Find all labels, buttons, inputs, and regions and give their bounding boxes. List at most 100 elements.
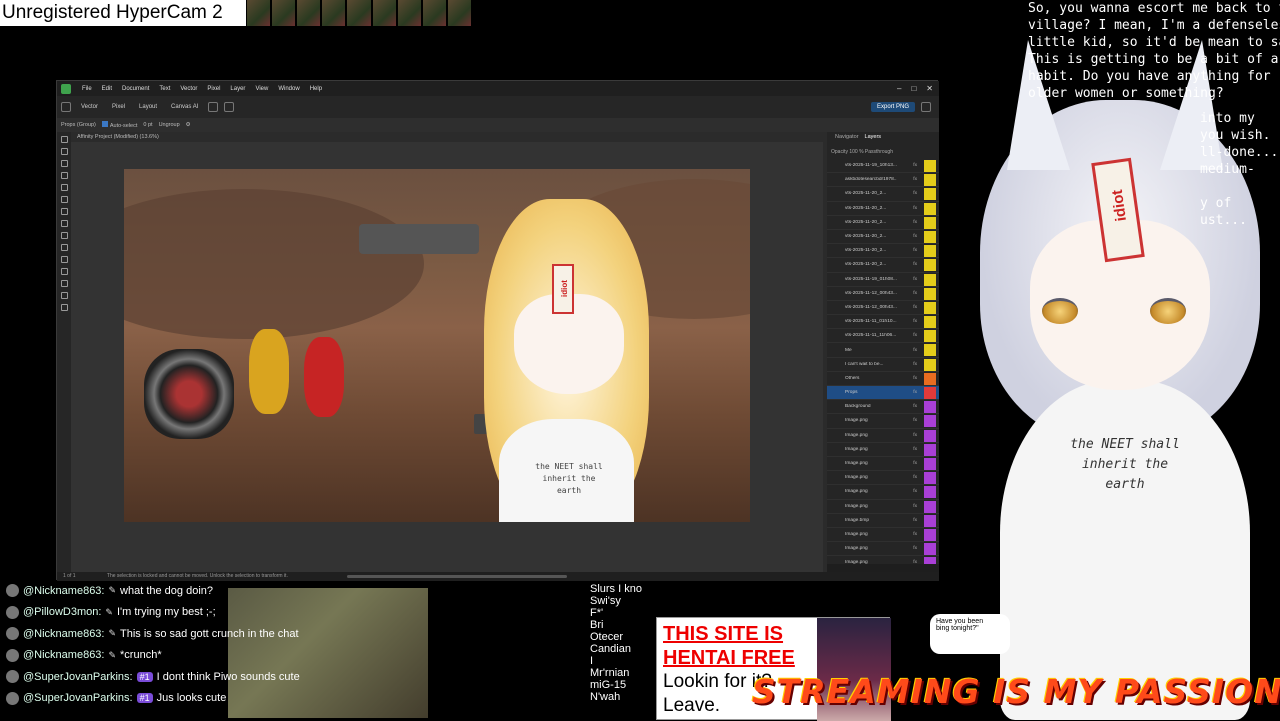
gear-icon[interactable]: ⚙: [186, 122, 191, 128]
zoom-tool-icon[interactable]: [60, 280, 68, 287]
effects-icon[interactable]: fx: [913, 404, 917, 409]
layer-row[interactable]: Image.png fx: [827, 556, 939, 564]
visibility-toggle-icon[interactable]: [924, 387, 936, 399]
layer-row[interactable]: Image.png fx: [827, 485, 939, 500]
visibility-toggle-icon[interactable]: [924, 273, 936, 286]
layer-row[interactable]: vts-2025-11-11_11h06... fx: [827, 329, 939, 344]
visibility-toggle-icon[interactable]: [924, 528, 936, 541]
effects-icon[interactable]: fx: [913, 489, 917, 494]
effects-icon[interactable]: fx: [913, 305, 917, 310]
export-png-button[interactable]: Export PNG: [870, 102, 915, 112]
maximize-icon[interactable]: □: [911, 84, 916, 93]
persona-canvas-ai[interactable]: Canvas AI: [167, 102, 202, 112]
menu-layer[interactable]: Layer: [225, 86, 250, 92]
layer-row[interactable]: Image.png fx: [827, 443, 939, 457]
visibility-toggle-icon[interactable]: [924, 514, 936, 527]
menu-help[interactable]: Help: [305, 86, 327, 92]
layer-row[interactable]: Others fx: [827, 372, 939, 386]
move-tool-icon[interactable]: [60, 136, 68, 143]
persona-pixel[interactable]: Pixel: [108, 102, 129, 112]
layer-row[interactable]: Image.png fx: [827, 414, 939, 429]
menu-file[interactable]: File: [77, 86, 97, 92]
visibility-toggle-icon[interactable]: [924, 344, 936, 357]
visibility-toggle-icon[interactable]: [924, 429, 936, 442]
effects-icon[interactable]: fx: [913, 333, 917, 338]
color-swatch-icon[interactable]: [60, 304, 68, 311]
layer-row[interactable]: Props fx: [827, 386, 939, 401]
layer-row[interactable]: vts-2025-11-20_2... fx: [827, 244, 939, 259]
menu-vector[interactable]: Vector: [175, 86, 202, 92]
effects-icon[interactable]: fx: [913, 348, 917, 353]
visibility-toggle-icon[interactable]: [924, 372, 936, 385]
selection-tool-icon[interactable]: [60, 256, 68, 263]
pencil-tool-icon[interactable]: [60, 196, 68, 203]
effects-icon[interactable]: fx: [913, 504, 917, 509]
hand-tool-icon[interactable]: [60, 292, 68, 299]
visibility-toggle-icon[interactable]: [924, 245, 936, 258]
effects-icon[interactable]: fx: [913, 461, 917, 466]
crop-tool-icon[interactable]: [60, 172, 68, 179]
layer-row[interactable]: vts-2025-11-11_01h10... fx: [827, 315, 939, 330]
auto-select-checkbox[interactable]: Auto-select: [101, 121, 137, 129]
visibility-toggle-icon[interactable]: [924, 259, 936, 272]
text-tool-icon[interactable]: [60, 232, 68, 239]
effects-icon[interactable]: fx: [913, 177, 917, 182]
persona-vector[interactable]: Vector: [77, 102, 102, 112]
canvas-area[interactable]: the NEET shall inherit the earth idiot: [71, 142, 823, 572]
layer-row[interactable]: vts-2025-11-20_2... fx: [827, 230, 939, 245]
menu-view[interactable]: View: [250, 86, 273, 92]
minimize-icon[interactable]: –: [897, 84, 901, 93]
ungroup-button[interactable]: Ungroup: [159, 122, 180, 128]
layer-row[interactable]: Image.png fx: [827, 457, 939, 472]
visibility-toggle-icon[interactable]: [924, 316, 936, 329]
visibility-toggle-icon[interactable]: [924, 557, 936, 564]
effects-icon[interactable]: fx: [913, 220, 917, 225]
visibility-toggle-icon[interactable]: [924, 415, 936, 428]
help-icon[interactable]: [921, 102, 931, 112]
affinity-home-icon[interactable]: [61, 102, 71, 112]
brush-tool-icon[interactable]: [60, 208, 68, 215]
visibility-toggle-icon[interactable]: [924, 188, 936, 201]
effects-icon[interactable]: fx: [913, 206, 917, 211]
effects-icon[interactable]: fx: [913, 291, 917, 296]
layer-row[interactable]: vts-2025-11-19_10h13... fx: [827, 159, 939, 174]
fill-tool-icon[interactable]: [60, 244, 68, 251]
menu-text[interactable]: Text: [154, 86, 175, 92]
menu-edit[interactable]: Edit: [97, 86, 117, 92]
effects-icon[interactable]: fx: [913, 532, 917, 537]
visibility-toggle-icon[interactable]: [924, 202, 936, 215]
document-icon[interactable]: [208, 102, 219, 112]
effects-icon[interactable]: fx: [913, 433, 917, 438]
effects-icon[interactable]: fx: [913, 447, 917, 452]
layer-row[interactable]: Me fx: [827, 343, 939, 358]
opacity-value[interactable]: 100 %: [849, 149, 863, 155]
layer-row[interactable]: askbdotesearcbdr1978... fx: [827, 173, 939, 188]
visibility-toggle-icon[interactable]: [924, 486, 936, 499]
blend-mode-select[interactable]: Passthrough: [865, 149, 893, 155]
layer-row[interactable]: vts-2025-11-12_00h43... fx: [827, 301, 939, 316]
stroke-width[interactable]: 0 pt: [143, 122, 152, 128]
effects-icon[interactable]: fx: [913, 277, 917, 282]
menu-pixel[interactable]: Pixel: [202, 86, 225, 92]
layer-row[interactable]: Background fx: [827, 400, 939, 415]
menu-window[interactable]: Window: [273, 86, 304, 92]
visibility-toggle-icon[interactable]: [924, 216, 936, 229]
effects-icon[interactable]: fx: [913, 362, 917, 367]
visibility-toggle-icon[interactable]: [924, 330, 936, 343]
effects-icon[interactable]: fx: [913, 376, 917, 381]
layer-row[interactable]: vts-2025-11-20_2... fx: [827, 187, 939, 202]
visibility-toggle-icon[interactable]: [924, 401, 936, 414]
artboard-image[interactable]: the NEET shall inherit the earth idiot: [124, 169, 750, 522]
layer-row[interactable]: Image.bmp fx: [827, 514, 939, 528]
layer-row[interactable]: Image.png fx: [827, 528, 939, 543]
artboard-tool-icon[interactable]: [60, 160, 68, 167]
pen-tool-icon[interactable]: [60, 184, 68, 191]
layer-row[interactable]: Image.png fx: [827, 500, 939, 514]
visibility-toggle-icon[interactable]: [924, 174, 936, 187]
layer-row[interactable]: Image.png fx: [827, 471, 939, 486]
effects-icon[interactable]: fx: [913, 163, 917, 168]
layer-row[interactable]: vts-2025-11-12_00h43... fx: [827, 287, 939, 301]
effects-icon[interactable]: fx: [913, 234, 917, 239]
persona-layout[interactable]: Layout: [135, 102, 161, 112]
effects-icon[interactable]: fx: [913, 248, 917, 253]
